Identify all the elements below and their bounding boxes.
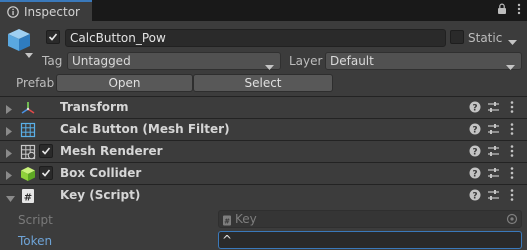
tag-label: Tag — [42, 54, 63, 68]
layer-dropdown[interactable]: Default — [325, 52, 522, 70]
component-name: Box Collider — [60, 166, 142, 180]
component-name: Mesh Renderer — [60, 144, 163, 158]
layer-value: Default — [330, 54, 374, 68]
presets-icon[interactable] — [487, 123, 500, 138]
prefab-open-button[interactable]: Open — [56, 74, 193, 92]
kebab-menu-icon[interactable] — [510, 122, 514, 139]
kebab-menu-icon[interactable] — [510, 188, 514, 205]
kebab-menu-icon[interactable] — [517, 3, 521, 18]
layer-label: Layer — [289, 54, 323, 68]
script-field: # Key — [218, 210, 522, 228]
kebab-menu-icon[interactable] — [510, 100, 514, 117]
foldout-expanded-arrow-icon[interactable] — [6, 191, 15, 205]
kebab-menu-icon[interactable] — [510, 166, 514, 183]
component-box-collider[interactable]: Box Collider ? — [0, 162, 527, 184]
mesh-renderer-icon — [20, 144, 36, 160]
foldout-arrow-icon[interactable] — [6, 147, 12, 161]
presets-icon[interactable] — [487, 101, 500, 116]
static-checkbox[interactable] — [450, 30, 464, 44]
lock-icon[interactable] — [497, 3, 507, 18]
tag-dropdown[interactable]: Untagged — [67, 52, 281, 70]
tab-inspector[interactable]: Inspector — [0, 0, 92, 21]
presets-icon[interactable] — [487, 145, 500, 160]
component-enabled-checkbox[interactable] — [39, 166, 53, 180]
mesh-filter-icon — [20, 122, 36, 138]
component-key-script[interactable]: # Key (Script) ? — [0, 184, 527, 206]
transform-icon — [20, 100, 36, 116]
static-label: Static — [468, 31, 503, 45]
chevron-down-icon — [265, 59, 274, 75]
token-label: Token — [18, 234, 53, 248]
component-name: Key (Script) — [60, 188, 141, 202]
kebab-menu-icon[interactable] — [510, 144, 514, 161]
script-icon: # — [20, 188, 36, 204]
svg-text:?: ? — [472, 104, 477, 114]
foldout-arrow-icon[interactable] — [6, 125, 12, 139]
box-collider-icon — [20, 166, 36, 182]
tag-value: Untagged — [72, 54, 131, 68]
svg-text:#: # — [24, 193, 32, 204]
script-value: Key — [235, 212, 257, 226]
active-checkbox[interactable] — [46, 30, 60, 44]
help-icon[interactable]: ? — [469, 145, 481, 160]
component-mesh-filter[interactable]: Calc Button (Mesh Filter) ? — [0, 118, 527, 140]
component-mesh-renderer[interactable]: Mesh Renderer ? — [0, 140, 527, 162]
script-label: Script — [18, 213, 53, 227]
foldout-arrow-icon[interactable] — [6, 169, 12, 183]
help-icon[interactable]: ? — [469, 101, 481, 116]
static-dropdown-caret-icon[interactable] — [508, 35, 517, 49]
name-field[interactable]: CalcButton_Pow — [65, 29, 446, 47]
chevron-down-icon — [506, 59, 515, 75]
object-picker-icon — [506, 213, 518, 229]
prefab-select-button[interactable]: Select — [193, 74, 333, 92]
component-enabled-checkbox[interactable] — [39, 144, 53, 158]
presets-icon[interactable] — [487, 167, 500, 182]
help-icon[interactable]: ? — [469, 123, 481, 138]
svg-text:?: ? — [472, 148, 477, 158]
help-icon[interactable]: ? — [469, 167, 481, 182]
svg-text:?: ? — [472, 126, 477, 136]
script-file-icon: # — [222, 214, 232, 230]
help-icon[interactable]: ? — [469, 189, 481, 204]
tab-bar: Inspector — [0, 0, 527, 21]
inspector-panel: CalcButton_Pow Static Tag Untagged Layer… — [0, 21, 527, 250]
token-input[interactable]: ^ — [218, 231, 522, 249]
presets-icon[interactable] — [487, 189, 500, 204]
foldout-arrow-icon[interactable] — [6, 103, 12, 117]
prefab-label: Prefab — [16, 76, 55, 90]
svg-text:?: ? — [472, 192, 477, 202]
svg-text:?: ? — [472, 170, 477, 180]
component-name: Calc Button (Mesh Filter) — [60, 122, 230, 136]
info-icon — [7, 5, 19, 18]
svg-text:#: # — [224, 218, 230, 226]
component-transform[interactable]: Transform ? — [0, 96, 527, 118]
icon-dropdown-caret-icon[interactable] — [25, 48, 35, 58]
tab-label: Inspector — [24, 4, 80, 19]
component-name: Transform — [60, 100, 129, 114]
